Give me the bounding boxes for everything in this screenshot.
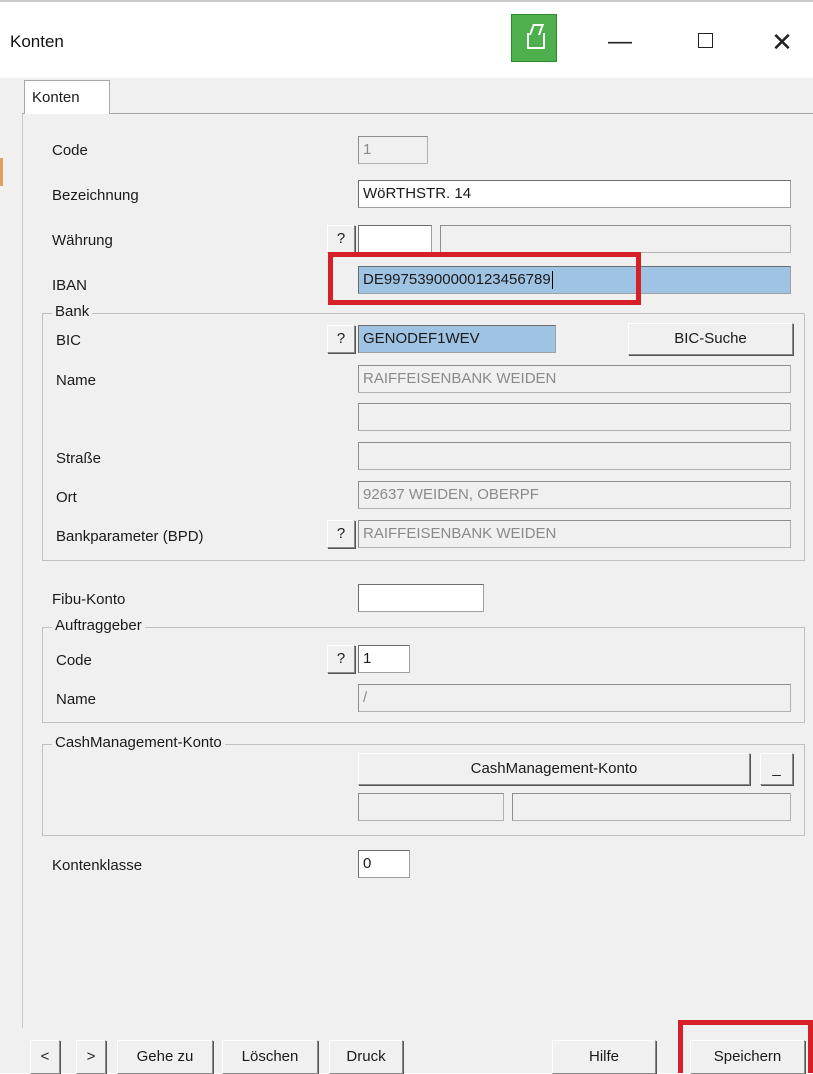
next-record-button[interactable]: > xyxy=(76,1040,106,1074)
bank-name2-field xyxy=(358,403,791,431)
waehrung-lookup-button[interactable]: ? xyxy=(327,225,355,253)
auftraggeber-lookup-button[interactable]: ? xyxy=(327,645,355,673)
code-field[interactable]: 1 xyxy=(358,136,428,164)
delete-button[interactable]: Löschen xyxy=(222,1040,318,1074)
cash-management-field-2 xyxy=(512,793,791,821)
bezeichnung-label: Bezeichnung xyxy=(52,187,139,204)
edge-marker xyxy=(0,158,3,186)
auftraggeber-code-label: Code xyxy=(56,652,92,669)
bank-name-label: Name xyxy=(56,372,97,389)
save-button[interactable]: Speichern xyxy=(690,1040,805,1074)
strasse-field xyxy=(358,442,791,470)
bic-label: BIC xyxy=(56,332,82,349)
help-button[interactable]: Hilfe xyxy=(552,1040,656,1074)
waehrung-label: Währung xyxy=(52,232,113,249)
text-caret xyxy=(551,271,553,290)
auftraggeber-name-label: Name xyxy=(56,691,97,708)
iban-value: DE99753900000123456789 xyxy=(363,271,551,288)
waehrung-field[interactable] xyxy=(358,225,432,253)
auftraggeber-group-title: Auftraggeber xyxy=(52,617,145,634)
cash-management-field-1 xyxy=(358,793,504,821)
window-title: Konten xyxy=(10,32,64,51)
goto-button[interactable]: Gehe zu xyxy=(117,1040,213,1074)
pencil-glyph xyxy=(527,33,545,49)
konten-window: Konten — ✕ Konten Code 1 Bezeichnung WöR… xyxy=(0,0,813,1074)
ort-label: Ort xyxy=(56,489,77,506)
bic-field[interactable]: GENODEF1WEV xyxy=(358,325,556,353)
bpd-lookup-button[interactable]: ? xyxy=(327,520,355,548)
title-bar: Konten — ✕ xyxy=(0,0,813,78)
kontenklasse-label: Kontenklasse xyxy=(52,857,143,874)
print-button[interactable]: Druck xyxy=(329,1040,403,1074)
ort-field: 92637 WEIDEN, OBERPF xyxy=(358,481,791,509)
cash-management-button[interactable]: CashManagement-Konto xyxy=(358,753,750,785)
previous-record-button[interactable]: < xyxy=(30,1040,60,1074)
bic-search-button[interactable]: BIC-Suche xyxy=(628,323,793,355)
bpd-field: RAIFFEISENBANK WEIDEN xyxy=(358,520,791,548)
bpd-label: Bankparameter (BPD) xyxy=(56,528,204,545)
auftraggeber-code-field[interactable]: 1 xyxy=(358,645,410,673)
iban-label: IBAN xyxy=(52,277,88,294)
bezeichnung-field[interactable]: WöRTHSTR. 14 xyxy=(358,180,791,208)
auftraggeber-name-field: / xyxy=(358,684,791,712)
kontenklasse-field[interactable]: 0 xyxy=(358,850,410,878)
fibu-konto-label: Fibu-Konto xyxy=(52,591,126,608)
strasse-label: Straße xyxy=(56,450,102,467)
waehrung-description-field xyxy=(440,225,791,253)
tab-konten[interactable]: Konten xyxy=(24,80,110,114)
app-edit-icon[interactable] xyxy=(511,14,557,62)
code-label: Code xyxy=(52,142,88,159)
tab-label: Konten xyxy=(32,89,80,106)
maximize-button[interactable] xyxy=(683,24,727,60)
maximize-icon xyxy=(697,33,713,49)
bank-group-title: Bank xyxy=(52,303,93,320)
fibu-konto-field[interactable] xyxy=(358,584,484,612)
cash-management-browse-button[interactable]: _ xyxy=(760,753,793,785)
close-button[interactable]: ✕ xyxy=(760,24,804,60)
bpd-value: RAIFFEISENBANK WEIDEN xyxy=(363,525,557,542)
cash-management-group-title: CashManagement-Konto xyxy=(52,734,225,751)
bank-name-field: RAIFFEISENBANK WEIDEN xyxy=(358,365,791,393)
minimize-button[interactable]: — xyxy=(598,24,642,60)
iban-field[interactable]: DE99753900000123456789 xyxy=(358,266,791,294)
bic-lookup-button[interactable]: ? xyxy=(327,325,355,353)
